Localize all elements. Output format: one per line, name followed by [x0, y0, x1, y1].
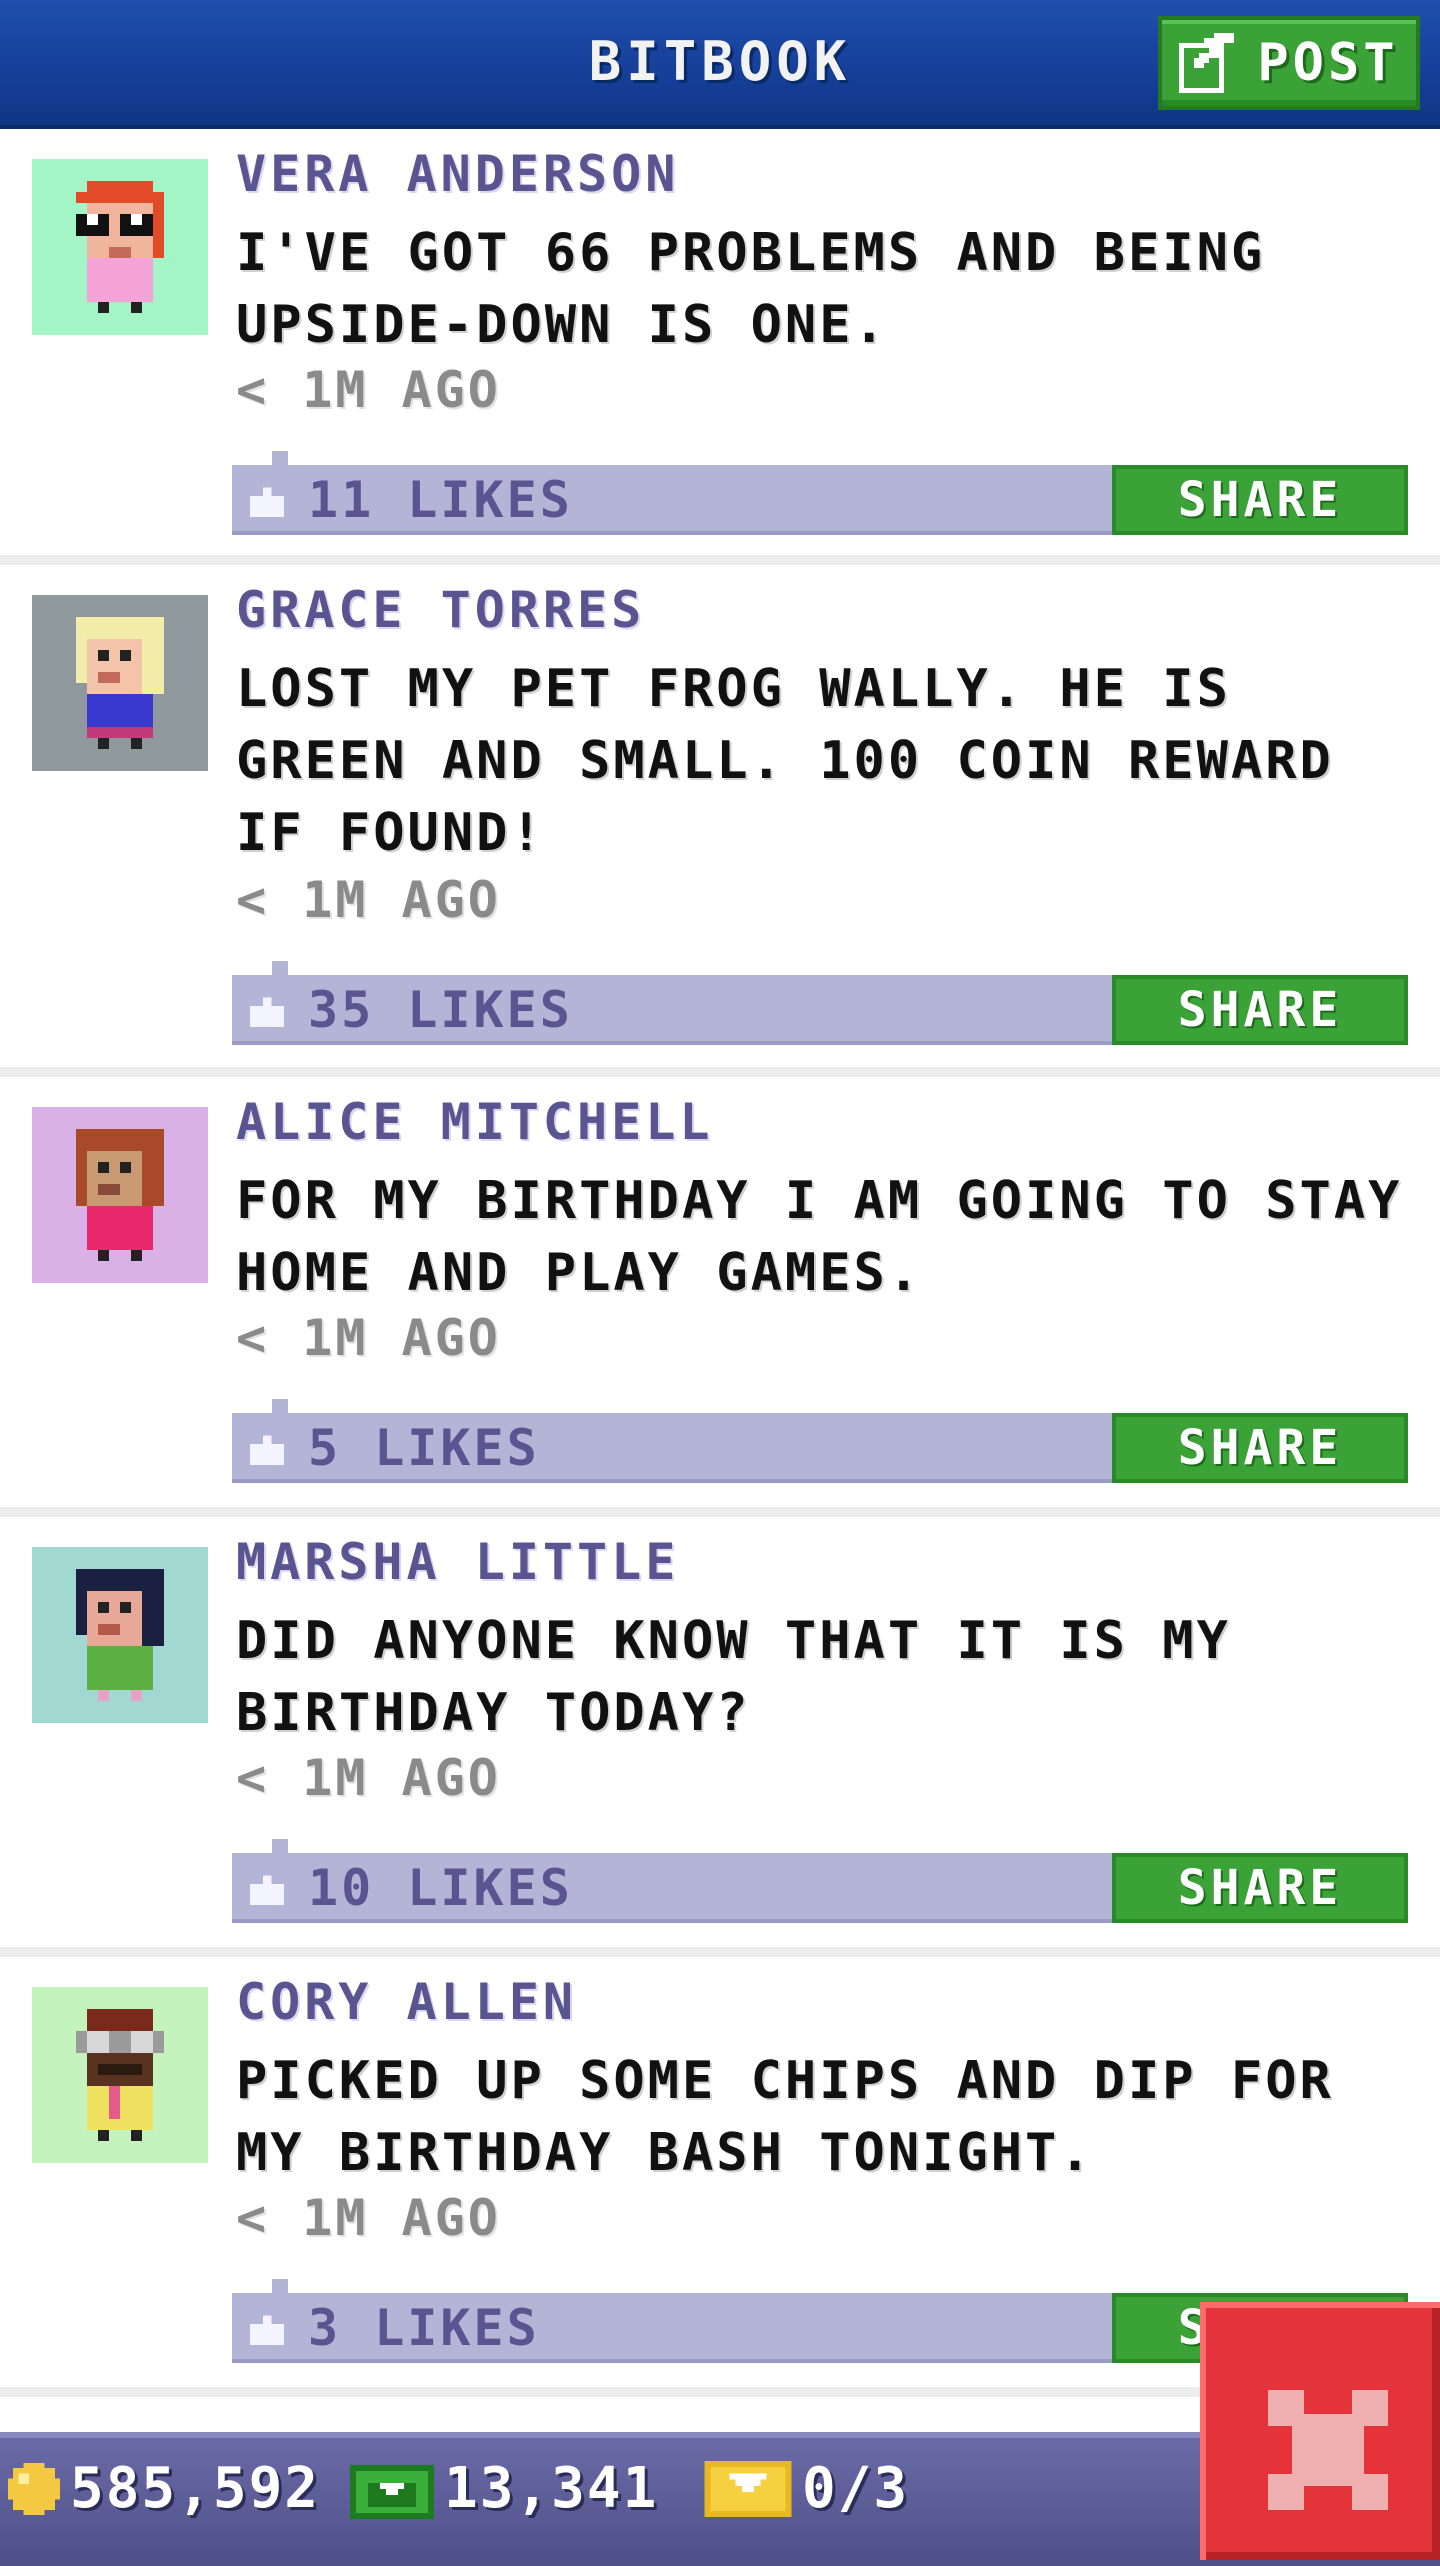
bux-value: 13,341 — [444, 2456, 659, 2521]
tickets-value: 0/3 — [802, 2456, 910, 2521]
post-message: PICKED UP SOME CHIPS AND DIP FOR MY BIRT… — [236, 2051, 1334, 2183]
coins-value: 585,592 — [70, 2456, 321, 2521]
bux-icon — [350, 2464, 434, 2519]
post-message: LOST MY PET FROG WALLY. HE IS GREEN AND … — [236, 659, 1334, 863]
share-button[interactable]: SHARE — [1112, 975, 1408, 1045]
likes-bar: 35 LIKES SHARE — [232, 961, 1408, 1045]
share-button[interactable]: SHARE — [1112, 1413, 1408, 1483]
post-timestamp: < 1M AGO — [236, 1749, 501, 1807]
thumbs-up-icon — [250, 1875, 284, 1905]
close-button[interactable] — [1200, 2302, 1440, 2560]
tickets-stat: 0/3 — [704, 2456, 909, 2521]
post-timestamp: < 1M AGO — [236, 871, 501, 929]
post-edit-icon — [1179, 33, 1235, 93]
likes-count: 35 LIKES — [308, 981, 573, 1039]
post-author: CORY ALLEN — [236, 1973, 578, 2031]
thumbs-up-icon — [250, 2315, 284, 2345]
feed-post: MARSHA LITTLE DID ANYONE KNOW THAT IT IS… — [0, 1517, 1440, 1957]
coins-stat: 585,592 — [8, 2456, 320, 2521]
avatar[interactable] — [32, 595, 208, 771]
likes-count: 10 LIKES — [308, 1859, 573, 1917]
likes-count: 5 LIKES — [308, 1419, 540, 1477]
post-button[interactable]: POST — [1158, 16, 1420, 110]
bux-stat: 13,341 — [350, 2456, 658, 2521]
feed-post: ALICE MITCHELL FOR MY BIRTHDAY I AM GOIN… — [0, 1077, 1440, 1517]
post-author: MARSHA LITTLE — [236, 1533, 680, 1591]
post-message: FOR MY BIRTHDAY I AM GOING TO STAY HOME … — [236, 1171, 1403, 1303]
avatar[interactable] — [32, 159, 208, 335]
feed-list[interactable]: VERA ANDERSON I'VE GOT 66 PROBLEMS AND B… — [0, 129, 1440, 2397]
post-timestamp: < 1M AGO — [236, 361, 501, 419]
close-icon — [1268, 2390, 1388, 2510]
header-bar: BITBOOK POST — [0, 0, 1440, 129]
post-message: DID ANYONE KNOW THAT IT IS MY BIRTHDAY T… — [236, 1611, 1231, 1743]
likes-bar: 5 LIKES SHARE — [232, 1399, 1408, 1483]
avatar[interactable] — [32, 1987, 208, 2163]
thumbs-up-icon — [250, 487, 284, 517]
avatar[interactable] — [32, 1547, 208, 1723]
feed-post: VERA ANDERSON I'VE GOT 66 PROBLEMS AND B… — [0, 129, 1440, 565]
post-timestamp: < 1M AGO — [236, 1309, 501, 1367]
thumbs-up-icon — [250, 997, 284, 1027]
share-button[interactable]: SHARE — [1112, 465, 1408, 535]
avatar[interactable] — [32, 1107, 208, 1283]
post-message: I'VE GOT 66 PROBLEMS AND BEING UPSIDE-DO… — [236, 223, 1266, 355]
post-author: VERA ANDERSON — [236, 145, 680, 203]
thumbs-up-icon — [250, 1435, 284, 1465]
post-timestamp: < 1M AGO — [236, 2189, 501, 2247]
likes-bar: 11 LIKES SHARE — [232, 451, 1408, 535]
coin-icon — [8, 2462, 60, 2515]
ticket-icon — [704, 2460, 792, 2517]
post-button-label: POST — [1257, 33, 1399, 93]
feed-post: GRACE TORRES LOST MY PET FROG WALLY. HE … — [0, 565, 1440, 1077]
likes-count: 11 LIKES — [308, 471, 573, 529]
likes-bar: 10 LIKES SHARE — [232, 1839, 1408, 1923]
post-author: ALICE MITCHELL — [236, 1093, 714, 1151]
share-button[interactable]: SHARE — [1112, 1853, 1408, 1923]
post-author: GRACE TORRES — [236, 581, 646, 639]
likes-count: 3 LIKES — [308, 2299, 540, 2357]
